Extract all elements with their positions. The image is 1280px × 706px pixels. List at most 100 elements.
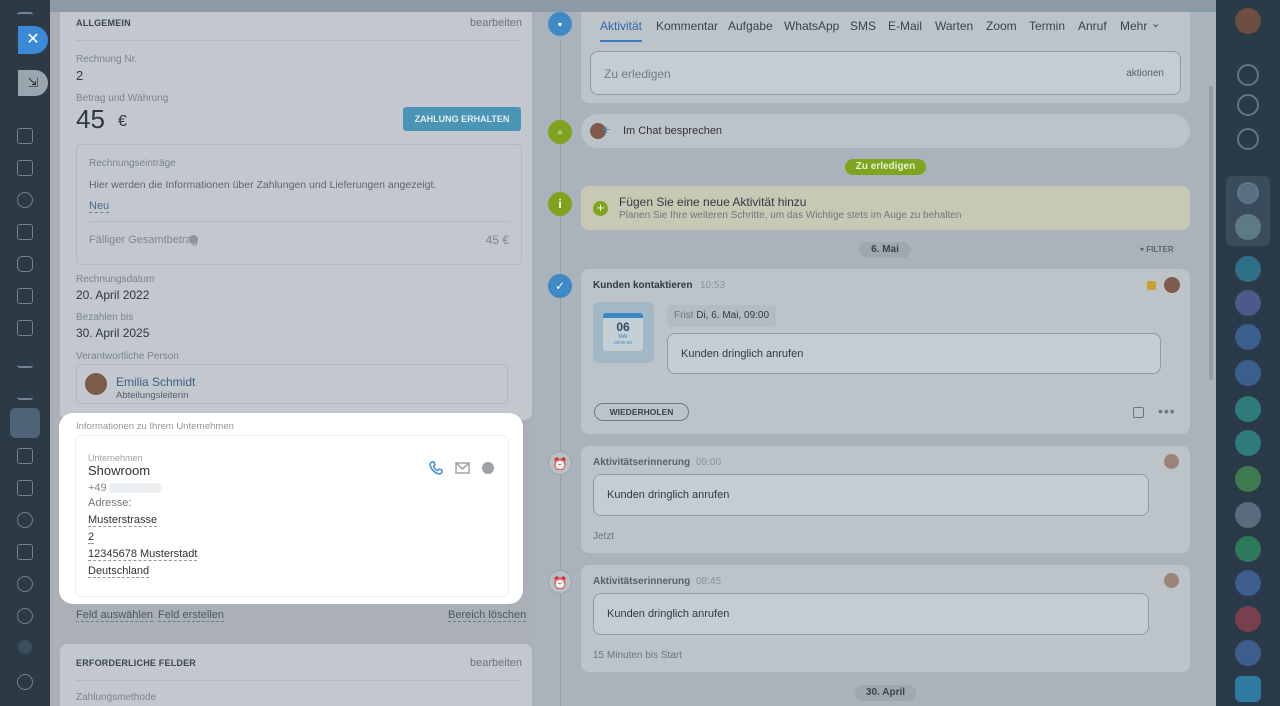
bell-icon[interactable] xyxy=(1237,64,1259,86)
address-country[interactable]: Deutschland xyxy=(88,565,150,578)
chat-row[interactable]: + Im Chat besprechen xyxy=(581,114,1190,148)
contacts-icon[interactable] xyxy=(17,192,33,208)
new-item-link[interactable]: Neu xyxy=(89,200,110,213)
file-icon[interactable] xyxy=(17,224,33,240)
contact-avatar-1[interactable] xyxy=(1235,214,1261,240)
settings-icon[interactable] xyxy=(17,674,33,690)
minimize-icon[interactable]: ⇲ xyxy=(18,70,48,96)
mail-icon[interactable] xyxy=(455,462,470,474)
bot-icon[interactable] xyxy=(17,512,33,528)
filter-button[interactable]: ▾ FILTER xyxy=(1140,245,1174,254)
responsible-name[interactable]: Emilia Schmidt xyxy=(116,375,195,389)
create-field-link[interactable]: Feld erstellen xyxy=(158,609,225,622)
tab-sms[interactable]: SMS xyxy=(850,19,876,33)
pulse-icon[interactable] xyxy=(1237,94,1259,116)
date-divider-may: 6. Mai xyxy=(859,242,911,258)
amount-label: Betrag und Währung xyxy=(76,93,169,104)
openline-icon-2[interactable] xyxy=(1235,640,1261,666)
tab-whatsapp[interactable]: WhatsApp xyxy=(784,19,839,33)
reminder2-text: Kunden dringlich anrufen xyxy=(607,608,730,620)
chat-group-icon[interactable] xyxy=(1237,182,1259,204)
pay-until-date: 30. April 2025 xyxy=(76,326,150,340)
check-icon-2[interactable] xyxy=(1235,466,1261,492)
chat-icon[interactable] xyxy=(17,256,33,272)
tab-meeting[interactable]: Termin xyxy=(1029,19,1065,33)
repeat-button[interactable]: WIEDERHOLEN xyxy=(594,403,689,421)
close-icon[interactable]: ✕ xyxy=(18,26,48,54)
receipt-icon[interactable] xyxy=(17,480,33,496)
add-activity-subtitle: Planen Sie Ihre weiteren Schritte, um da… xyxy=(619,210,962,221)
contact-avatar-2[interactable] xyxy=(1235,502,1261,528)
select-field-link[interactable]: Feld auswählen xyxy=(76,609,154,622)
address-city[interactable]: 12345678 Musterstadt xyxy=(88,548,198,561)
chart-icon[interactable] xyxy=(17,352,33,368)
search-icon[interactable] xyxy=(1237,128,1259,150)
user-avatar[interactable] xyxy=(1235,8,1261,34)
info-icon: i xyxy=(548,192,572,216)
company-phone[interactable]: +49 xyxy=(88,482,107,494)
invoice-items-box: Rechnungseinträge Hier werden die Inform… xyxy=(76,144,522,265)
openline-icon-1[interactable] xyxy=(1235,570,1261,596)
scrollbar[interactable] xyxy=(1209,86,1213,380)
tab-comment[interactable]: Kommentar xyxy=(656,19,718,33)
address-street[interactable]: Musterstrasse xyxy=(88,514,158,527)
tab-activity[interactable]: Aktivität xyxy=(600,19,643,42)
add-person-icon[interactable]: + xyxy=(602,121,610,137)
help-icon[interactable] xyxy=(189,235,198,244)
tab-wait[interactable]: Warten xyxy=(935,19,973,33)
tab-more[interactable]: Mehr xyxy=(1120,19,1147,33)
contact-text-box[interactable]: Kunden dringlich anrufen xyxy=(667,333,1161,374)
flag-icon[interactable] xyxy=(1147,281,1156,290)
monitor-icon[interactable] xyxy=(17,320,33,336)
contact-title[interactable]: Kunden kontaktieren xyxy=(593,280,692,291)
reminder2-text-box[interactable]: Kunden dringlich anrufen xyxy=(593,593,1149,635)
target-icon[interactable] xyxy=(17,608,33,624)
general-edit-link[interactable]: bearbeiten xyxy=(470,17,522,29)
address-number[interactable]: 2 xyxy=(88,531,95,544)
invoice-no-label: Rechnung Nr. xyxy=(76,54,138,65)
calendar-icon[interactable] xyxy=(17,544,33,560)
tab-task[interactable]: Aufgabe xyxy=(728,19,773,33)
menu-icon[interactable] xyxy=(17,12,33,22)
phone-icon[interactable] xyxy=(429,461,443,475)
lock-icon-5[interactable] xyxy=(1235,430,1261,456)
plus-icon[interactable]: + xyxy=(593,201,608,216)
note-icon[interactable] xyxy=(1133,407,1144,418)
lock-icon-1[interactable] xyxy=(1235,256,1261,282)
tab-zoom[interactable]: Zoom xyxy=(986,19,1017,33)
todo-input[interactable]: Zu erledigen aktionen xyxy=(590,51,1181,95)
reminder-card-1: Aktivitätserinnerung 09:00 Kunden dringl… xyxy=(581,446,1190,553)
payment-received-button[interactable]: ZAHLUNG ERHALTEN xyxy=(403,107,521,131)
task-icon[interactable] xyxy=(17,160,33,176)
user-small-icon[interactable] xyxy=(18,640,32,654)
lock-icon-4[interactable] xyxy=(1235,360,1261,386)
phone-icon-red[interactable] xyxy=(1235,606,1261,632)
tab-call[interactable]: Anruf xyxy=(1078,19,1107,33)
lock-icon-3[interactable] xyxy=(1235,324,1261,350)
more-dots-icon[interactable]: ••• xyxy=(1158,403,1176,419)
robot-icon[interactable] xyxy=(17,576,33,592)
check-icon-1[interactable] xyxy=(1235,396,1261,422)
delete-section-link[interactable]: Bereich löschen xyxy=(448,609,527,622)
lock-icon-2[interactable] xyxy=(1235,290,1261,316)
messages-icon[interactable] xyxy=(1235,676,1261,702)
required-header: ERFORDERLICHE FELDER xyxy=(76,658,197,668)
chevron-down-icon[interactable]: ⌄ xyxy=(1151,17,1160,30)
filter-nav-icon[interactable] xyxy=(10,408,40,438)
actions-dropdown[interactable]: aktionen xyxy=(1126,68,1164,79)
document-icon[interactable] xyxy=(17,128,33,144)
reminder2-status: 15 Minuten bis Start xyxy=(593,650,682,661)
deadline-chip[interactable]: Frist Di, 6. Mai, 09:00 xyxy=(667,305,776,327)
cart-icon[interactable] xyxy=(17,384,33,400)
tab-email[interactable]: E-Mail xyxy=(888,19,922,33)
chat-icon-circle: ▫ xyxy=(548,120,572,144)
add-activity-card[interactable]: + Fügen Sie eine neue Aktivität hinzu Pl… xyxy=(581,186,1190,230)
reminder1-text-box[interactable]: Kunden dringlich anrufen xyxy=(593,474,1149,516)
reminder2-title: Aktivitätserinnerung xyxy=(593,576,691,587)
currency-symbol: € xyxy=(118,113,127,130)
required-edit-link[interactable]: bearbeiten xyxy=(470,657,522,669)
card-icon[interactable] xyxy=(17,288,33,304)
edit-icon[interactable] xyxy=(17,448,33,464)
messenger-icon[interactable] xyxy=(482,462,494,474)
phone-icon-green[interactable] xyxy=(1235,536,1261,562)
